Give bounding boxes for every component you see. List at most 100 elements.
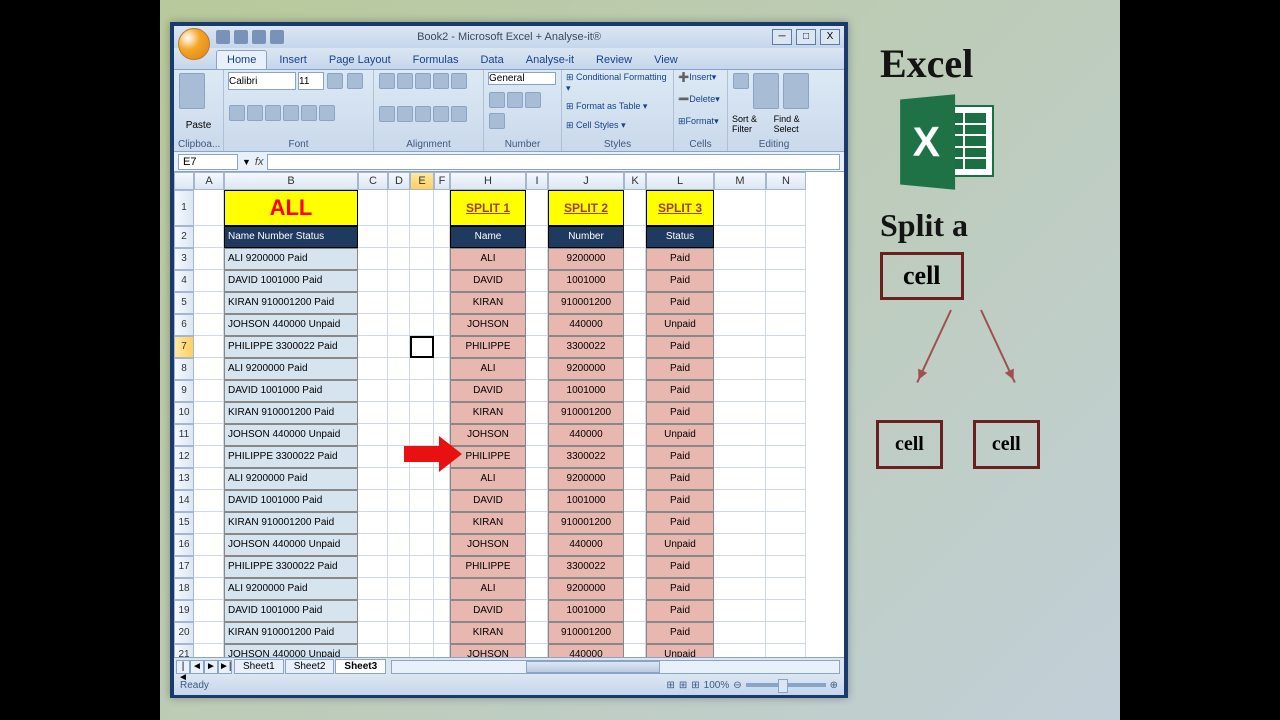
col-header-I[interactable]: I [526,172,548,190]
tab-view[interactable]: View [644,51,688,69]
cell-b21[interactable]: JOHSON 440000 Unpaid [224,644,358,657]
worksheet[interactable]: ABCDEFHIJKLMN1ALLSPLIT 1SPLIT 2SPLIT 32N… [174,172,844,657]
cell-e15[interactable] [410,512,434,534]
zoom-in-button[interactable]: ⊕ [830,680,838,691]
sheet-tab-2[interactable]: Sheet2 [285,659,335,674]
number-format[interactable] [488,72,556,85]
row-header-12[interactable]: 12 [174,446,194,468]
view-break-icon[interactable]: ⊞ [691,680,699,691]
cell-b19[interactable]: DAVID 1001000 Paid [224,600,358,622]
minimize-button[interactable]: ─ [772,29,792,45]
border-button[interactable] [283,105,299,121]
tab-data[interactable]: Data [470,51,513,69]
row-header-14[interactable]: 14 [174,490,194,512]
sheet-nav-prev[interactable]: ◄ [190,660,204,674]
cell-b12[interactable]: PHILIPPE 3300022 Paid [224,446,358,468]
shrink-font-icon[interactable] [347,73,363,89]
cell-b3[interactable]: ALI 9200000 Paid [224,248,358,270]
cell-e20[interactable] [410,622,434,644]
tab-page-layout[interactable]: Page Layout [319,51,401,69]
row-header-10[interactable]: 10 [174,402,194,424]
view-normal-icon[interactable]: ⊞ [666,680,674,691]
close-button[interactable]: X [820,29,840,45]
sheet-nav-first[interactable]: |◄ [176,660,190,674]
sheet-nav-next[interactable]: ► [204,660,218,674]
cell-e14[interactable] [410,490,434,512]
cell-e16[interactable] [410,534,434,556]
tab-home[interactable]: Home [216,50,267,69]
header-all[interactable]: ALL [224,190,358,226]
row-header-6[interactable]: 6 [174,314,194,336]
row-header-17[interactable]: 17 [174,556,194,578]
cell-b16[interactable]: JOHSON 440000 Unpaid [224,534,358,556]
name-box[interactable]: E7 [178,154,238,170]
col-header-D[interactable]: D [388,172,410,190]
tab-analyse-it[interactable]: Analyse-it [516,51,584,69]
cell-e19[interactable] [410,600,434,622]
zoom-slider[interactable] [746,683,826,687]
col-header-C[interactable]: C [358,172,388,190]
grow-font-icon[interactable] [327,73,343,89]
row-header-18[interactable]: 18 [174,578,194,600]
cell-b10[interactable]: KIRAN 910001200 Paid [224,402,358,424]
font-size[interactable] [298,72,324,90]
cell-e4[interactable] [410,270,434,292]
cell-e7[interactable] [410,336,434,358]
tab-insert[interactable]: Insert [269,51,317,69]
underline-button[interactable] [265,105,281,121]
cell-e17[interactable] [410,556,434,578]
col-header-F[interactable]: F [434,172,450,190]
row-header-5[interactable]: 5 [174,292,194,314]
cell-e5[interactable] [410,292,434,314]
cell-b7[interactable]: PHILIPPE 3300022 Paid [224,336,358,358]
row-header-3[interactable]: 3 [174,248,194,270]
col-header-H[interactable]: H [450,172,526,190]
row-header-11[interactable]: 11 [174,424,194,446]
font-color-button[interactable] [319,105,335,121]
row-header-9[interactable]: 9 [174,380,194,402]
maximize-button[interactable]: □ [796,29,816,45]
cell-b4[interactable]: DAVID 1001000 Paid [224,270,358,292]
zoom-out-button[interactable]: ⊖ [733,680,741,691]
sheet-tab-3[interactable]: Sheet3 [335,659,386,674]
tab-review[interactable]: Review [586,51,642,69]
cell-b9[interactable]: DAVID 1001000 Paid [224,380,358,402]
col-header-B[interactable]: B [224,172,358,190]
cell-b17[interactable]: PHILIPPE 3300022 Paid [224,556,358,578]
sort-filter-button[interactable] [753,73,779,109]
col-header-J[interactable]: J [548,172,624,190]
sheet-tab-1[interactable]: Sheet1 [234,659,284,674]
cell-e9[interactable] [410,380,434,402]
col-header-E[interactable]: E [410,172,434,190]
row-header-16[interactable]: 16 [174,534,194,556]
office-button[interactable] [178,28,210,60]
cell-b5[interactable]: KIRAN 910001200 Paid [224,292,358,314]
row-header-19[interactable]: 19 [174,600,194,622]
cell-e3[interactable] [410,248,434,270]
cell-b8[interactable]: ALI 9200000 Paid [224,358,358,380]
row-header-13[interactable]: 13 [174,468,194,490]
italic-button[interactable] [247,105,263,121]
formula-input[interactable] [267,154,840,170]
col-header-M[interactable]: M [714,172,766,190]
bold-button[interactable] [229,105,245,121]
tab-formulas[interactable]: Formulas [403,51,469,69]
cell-e8[interactable] [410,358,434,380]
quick-access-toolbar[interactable] [216,30,284,44]
cell-e6[interactable] [410,314,434,336]
cell-b15[interactable]: KIRAN 910001200 Paid [224,512,358,534]
cell-b20[interactable]: KIRAN 910001200 Paid [224,622,358,644]
col-header-K[interactable]: K [624,172,646,190]
row-header-8[interactable]: 8 [174,358,194,380]
paste-button[interactable] [179,73,205,109]
cell-b18[interactable]: ALI 9200000 Paid [224,578,358,600]
header-split2[interactable]: SPLIT 2 [548,190,624,226]
header-split3[interactable]: SPLIT 3 [646,190,714,226]
cell-b2[interactable]: Name Number Status [224,226,358,248]
col-header-N[interactable]: N [766,172,806,190]
cell-e10[interactable] [410,402,434,424]
find-select-button[interactable] [783,73,809,109]
col-header-A[interactable]: A [194,172,224,190]
cell-e18[interactable] [410,578,434,600]
cell-b14[interactable]: DAVID 1001000 Paid [224,490,358,512]
